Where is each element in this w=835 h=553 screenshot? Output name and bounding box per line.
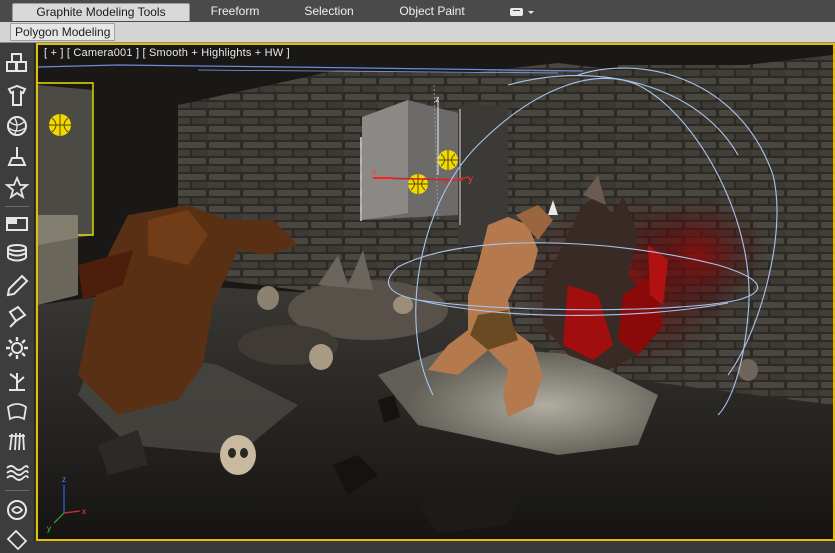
utility-icon[interactable] bbox=[4, 527, 30, 553]
viewport-label-menu[interactable]: [ + ] [ Camera001 ] [ Smooth + Highlight… bbox=[44, 47, 290, 59]
gizmo-y-label: y bbox=[468, 174, 473, 185]
toolbar-separator bbox=[5, 206, 29, 207]
modify-icon[interactable] bbox=[4, 83, 30, 109]
link-icon[interactable] bbox=[4, 497, 30, 523]
toolbar-separator bbox=[5, 490, 29, 491]
cloth-icon[interactable] bbox=[4, 398, 30, 424]
omni-light-helper-selected[interactable] bbox=[408, 174, 428, 194]
ribbon-panel-strip: Polygon Modeling bbox=[0, 22, 835, 43]
material-sphere-icon[interactable] bbox=[4, 113, 30, 139]
tab-graphite-modeling-tools[interactable]: Graphite Modeling Tools bbox=[12, 3, 190, 21]
light-icon[interactable] bbox=[4, 144, 30, 170]
gear-icon[interactable] bbox=[4, 335, 30, 361]
command-toolbar bbox=[0, 43, 35, 551]
tree-icon[interactable] bbox=[4, 367, 30, 393]
omni-light-helper[interactable] bbox=[49, 114, 71, 136]
tab-selection[interactable]: Selection bbox=[294, 3, 364, 20]
hair-icon[interactable] bbox=[4, 428, 30, 454]
polygon-modeling-panel-button[interactable]: Polygon Modeling bbox=[10, 23, 116, 41]
tab-freeform[interactable]: Freeform bbox=[200, 3, 270, 20]
svg-text:z: z bbox=[62, 475, 66, 484]
camera-viewport[interactable]: x y z z x y [ + ] [ Camera001 ] [ Smooth… bbox=[36, 43, 835, 541]
box-select-icon[interactable] bbox=[4, 211, 30, 237]
gizmo-x-label: x bbox=[372, 167, 377, 177]
wave-icon[interactable] bbox=[4, 459, 30, 485]
dungeon-scene-render: x y z z x y bbox=[38, 45, 833, 539]
ribbon-tab-bar: Graphite Modeling Tools Freeform Selecti… bbox=[0, 0, 835, 23]
svg-text:x: x bbox=[82, 507, 86, 516]
gizmo-z-label: z bbox=[435, 94, 440, 104]
create-geometry-icon[interactable] bbox=[4, 51, 30, 77]
paint-icon[interactable] bbox=[4, 304, 30, 330]
tab-object-paint[interactable]: Object Paint bbox=[388, 3, 476, 20]
layers-icon[interactable] bbox=[4, 241, 30, 267]
brush-icon[interactable] bbox=[4, 273, 30, 299]
display-dropdown-icon[interactable] bbox=[504, 3, 540, 20]
omni-light-helper[interactable] bbox=[438, 150, 458, 170]
svg-text:y: y bbox=[47, 524, 51, 533]
helper-star-icon[interactable] bbox=[4, 175, 30, 201]
